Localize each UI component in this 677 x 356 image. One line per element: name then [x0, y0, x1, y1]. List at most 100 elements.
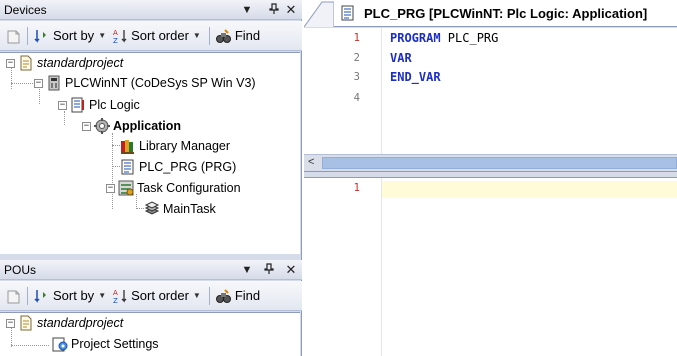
find-label: Find [234, 288, 261, 303]
line-number: 1 [353, 32, 360, 44]
chevron-down-icon: ▼ [98, 291, 107, 300]
tree-item-main-task[interactable]: MainTask [144, 200, 216, 218]
project-icon [18, 55, 34, 71]
close-icon[interactable]: ✕ [280, 262, 302, 278]
code-line: PROGRAM PLC_PRG [390, 31, 498, 45]
code-text: PLC_PRG [440, 31, 499, 45]
tree-item-project[interactable]: − standardproject [6, 314, 123, 332]
collapse-icon[interactable]: − [58, 100, 67, 110]
binoculars-icon [215, 288, 232, 304]
sort-order-button[interactable]: AZ Sort order ▼ [112, 28, 201, 44]
toolbar-separator [27, 26, 28, 45]
tab-plc-prg[interactable]: PLC_PRG [PLCWinNT: Plc Logic: Applicatio… [304, 0, 677, 27]
find-label: Find [234, 28, 261, 43]
code-line: END_VAR [390, 70, 441, 84]
line-number-gutter [304, 178, 382, 356]
svg-text:A: A [113, 289, 118, 297]
svg-text:Z: Z [113, 297, 118, 304]
line-number: 1 [353, 182, 360, 194]
device-icon [46, 75, 62, 91]
tree-item-task-configuration[interactable]: − Task Configuration [106, 179, 241, 197]
tree-label-plc-logic: Plc Logic [89, 98, 140, 112]
task-stack-icon [144, 201, 160, 217]
chevron-down-icon: ▼ [192, 291, 201, 300]
tab-title: PLC_PRG [PLCWinNT: Plc Logic: Applicatio… [364, 5, 648, 21]
tree-connector [136, 208, 144, 209]
collapse-icon[interactable]: − [34, 78, 43, 88]
devices-panel-header: Devices ▼ ᅟ ✕ [0, 0, 302, 20]
pous-toolbar: Sort by ▼ AZ Sort order ▼ Find [0, 281, 302, 311]
tree-label-plc-prg: PLC_PRG (PRG) [139, 160, 237, 174]
devices-tree: − standardproject − PLCWinNT (CoDeSys SP… [0, 52, 300, 254]
sort-by-icon [34, 288, 50, 304]
chevron-down-icon: ▼ [192, 31, 201, 40]
pous-panel-header: POUs ▼ ✕ [0, 260, 302, 280]
editor-splitter[interactable] [304, 171, 677, 178]
task-configuration-icon [118, 180, 134, 196]
sort-order-label: Sort order [131, 288, 189, 303]
find-button[interactable]: Find [215, 28, 261, 44]
tree-label-project: standardproject [37, 56, 124, 70]
line-number: 3 [353, 71, 360, 83]
scroll-left-icon[interactable]: < [308, 156, 314, 168]
new-item-icon[interactable] [6, 28, 22, 44]
panel-menu-dropdown-icon[interactable]: ▼ [236, 264, 258, 276]
sort-order-label: Sort order [131, 28, 189, 43]
sort-by-button[interactable]: Sort by ▼ [34, 28, 106, 44]
toolbar-separator [208, 286, 210, 305]
program-document-icon [340, 5, 356, 21]
keyword: VAR [390, 51, 412, 65]
left-column: Devices ▼ ᅟ ✕ Sort by ▼ AZ Sort order ▼ [0, 0, 302, 356]
new-item-icon[interactable] [6, 288, 22, 304]
collapse-icon[interactable]: − [6, 318, 15, 328]
tree-label-application: Application [113, 119, 182, 133]
tree-label-main-task: MainTask [163, 202, 216, 216]
line-number: 4 [353, 92, 360, 104]
devices-toolbar: Sort by ▼ AZ Sort order ▼ Find [0, 21, 302, 51]
scrollbar-thumb[interactable] [322, 157, 677, 169]
tree-connector [11, 345, 49, 346]
tree-item-plc-logic[interactable]: − Plc Logic [58, 96, 140, 114]
code-line: VAR [390, 51, 412, 65]
plc-logic-icon [70, 97, 86, 113]
pin-icon[interactable]: ᅟ [258, 2, 280, 18]
tree-item-plc-prg[interactable]: PLC_PRG (PRG) [120, 158, 236, 176]
tree-item-device[interactable]: − PLCWinNT (CoDeSys SP Win V3) [34, 74, 256, 92]
collapse-icon[interactable]: − [6, 58, 15, 68]
tree-item-project-settings[interactable]: Project Settings [52, 335, 159, 353]
find-button[interactable]: Find [215, 288, 261, 304]
tree-item-project[interactable]: − standardproject [6, 54, 123, 72]
tree-item-library-manager[interactable]: Library Manager [120, 137, 230, 155]
tree-connector [11, 83, 33, 84]
tree-label-device: PLCWinNT (CoDeSys SP Win V3) [65, 76, 256, 90]
collapse-icon[interactable]: − [82, 121, 91, 131]
implementation-editor[interactable]: 1 [304, 178, 677, 356]
tree-item-application[interactable]: − Application [82, 117, 181, 135]
current-line-highlight [382, 181, 677, 198]
sort-order-icon: AZ [112, 28, 128, 44]
tree-label-library-manager: Library Manager [139, 139, 231, 153]
pous-tree: − standardproject Project Settings [0, 312, 300, 356]
binoculars-icon [215, 28, 232, 44]
sort-by-button[interactable]: Sort by ▼ [34, 288, 106, 304]
declaration-editor[interactable]: 1 2 3 4 PROGRAM PLC_PRG VAR END_VAR [304, 28, 677, 154]
close-icon[interactable]: ✕ [280, 2, 302, 18]
line-number-gutter [304, 28, 382, 154]
panel-menu-dropdown-icon[interactable]: ▼ [236, 4, 258, 16]
sort-by-label: Sort by [53, 28, 95, 43]
sort-order-button[interactable]: AZ Sort order ▼ [112, 288, 201, 304]
toolbar-separator [27, 286, 28, 305]
pin-icon[interactable] [258, 262, 280, 277]
application-gear-icon [94, 118, 110, 134]
svg-text:A: A [113, 29, 118, 37]
tab-edge [304, 1, 334, 27]
tree-label-project: standardproject [37, 316, 124, 330]
tree-connector [112, 166, 120, 167]
pous-panel-title: POUs [4, 262, 37, 277]
horizontal-scrollbar[interactable]: < [304, 154, 677, 170]
library-books-icon [120, 138, 136, 154]
devices-panel-title: Devices [4, 2, 47, 17]
program-document-icon [120, 159, 136, 175]
collapse-icon[interactable]: − [106, 183, 115, 193]
chevron-down-icon: ▼ [98, 31, 107, 40]
